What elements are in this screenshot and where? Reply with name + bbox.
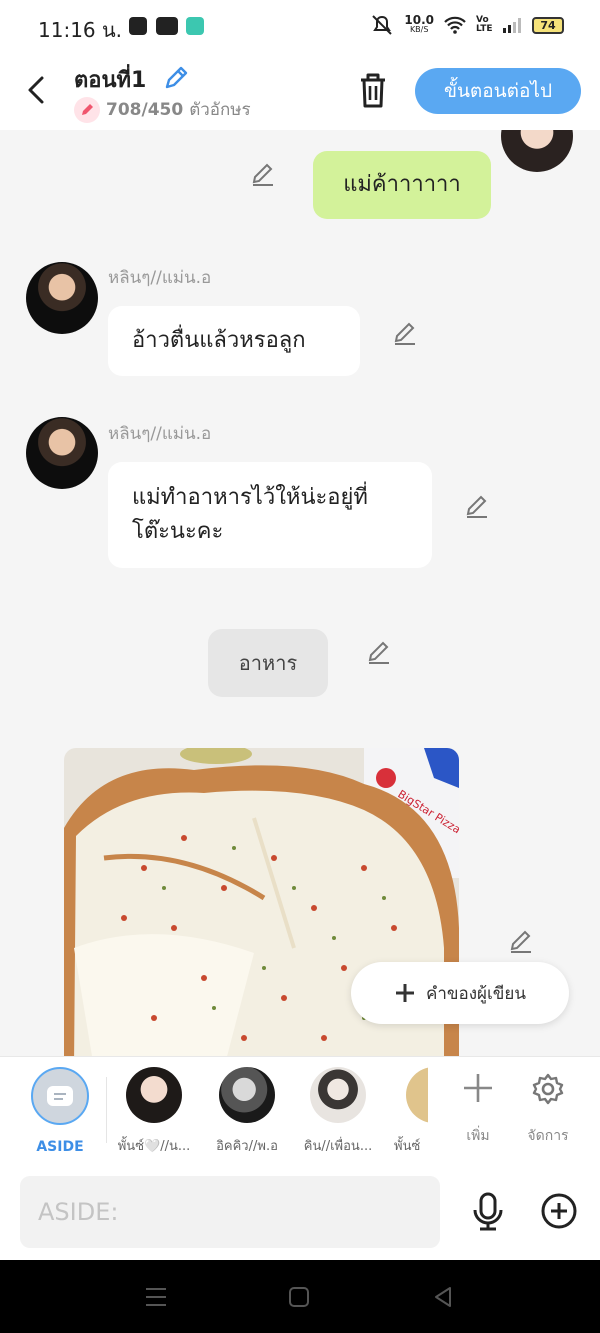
mute-bell-icon xyxy=(372,15,393,35)
avatar[interactable] xyxy=(26,417,98,489)
message-text-line: โต๊ะนะคะ xyxy=(132,519,224,544)
character-label: พั้นซ์🤍//น... xyxy=(117,1139,191,1154)
message-text: อ้าวตื่นแล้วหรอลูก xyxy=(132,328,306,353)
signal-icon xyxy=(503,18,521,33)
manage-label: จัดการ xyxy=(527,1128,569,1144)
message-input[interactable] xyxy=(20,1176,440,1248)
sender-name: หลินๆ//แม่น.อ xyxy=(108,268,212,288)
narration-text: อาหาร xyxy=(238,651,298,675)
character-label: พั้นซ์ xyxy=(394,1139,421,1154)
gear-icon xyxy=(532,1073,564,1105)
message-text-line: แม่ทำอาหารไว้ให้น่ะอยู่ที่ xyxy=(132,485,368,510)
divider xyxy=(106,1077,107,1143)
avatar xyxy=(219,1067,275,1123)
battery-icon: 74 xyxy=(532,16,564,34)
message-bubble[interactable]: แม่ค้าาาาาา xyxy=(313,151,491,219)
manage-characters-button[interactable]: จัดการ xyxy=(518,1071,578,1147)
edit-message-icon[interactable] xyxy=(464,493,490,519)
message-bubble[interactable]: แม่ทำอาหารไว้ให้น่ะอยู่ที่ โต๊ะนะคะ xyxy=(108,462,432,568)
trash-icon[interactable] xyxy=(355,70,391,110)
wifi-icon xyxy=(444,16,466,34)
edit-title-icon[interactable] xyxy=(162,64,190,92)
menu-icon[interactable] xyxy=(144,1286,168,1308)
back-triangle-icon[interactable] xyxy=(432,1286,454,1308)
add-circle-icon[interactable] xyxy=(540,1192,578,1230)
back-arrow-icon[interactable] xyxy=(22,72,52,108)
avatar xyxy=(126,1067,182,1123)
edit-message-icon[interactable] xyxy=(508,928,534,954)
character-item[interactable]: คิน//เพื่อน... xyxy=(298,1067,378,1156)
char-counter: 708/450 ตัวอักษร xyxy=(74,96,251,123)
plus-icon xyxy=(395,984,414,1002)
avatar xyxy=(310,1067,366,1123)
avatar[interactable] xyxy=(26,262,98,334)
add-character-button[interactable]: เพิ่ม xyxy=(448,1071,508,1147)
character-label: อิคคิว//พ.อ xyxy=(216,1139,278,1154)
character-label: คิน//เพื่อน... xyxy=(303,1139,373,1154)
editor-header: ตอนที่1 708/450 ตัวอักษร ขั้นตอนต่อไป xyxy=(0,52,600,130)
add-author-note-button[interactable]: คำของผู้เขียน xyxy=(351,962,569,1024)
plus-icon xyxy=(464,1074,492,1102)
sender-name: หลินๆ//แม่น.อ xyxy=(108,424,212,444)
character-aside[interactable]: ASIDE xyxy=(20,1067,100,1155)
z-app-icon xyxy=(129,17,147,35)
volte-label: Vo LTE xyxy=(476,15,493,34)
episode-title: ตอนที่1 xyxy=(74,68,147,93)
status-time: 11:16 น. xyxy=(38,18,123,42)
add-label: เพิ่ม xyxy=(466,1128,490,1144)
edit-message-icon[interactable] xyxy=(250,161,276,187)
edit-message-icon[interactable] xyxy=(366,639,392,665)
character-item[interactable]: อิคคิว//พ.อ xyxy=(207,1067,287,1156)
chat-area[interactable]: แม่ค้าาาาาา หลินๆ//แม่น.อ อ้าวตื่นแล้วหร… xyxy=(0,130,600,1056)
status-right: 10.0 KB/S Vo LTE 74 xyxy=(370,14,564,36)
pencil-badge-icon xyxy=(74,96,100,123)
character-item[interactable]: พั้นซ์ xyxy=(388,1067,428,1156)
home-icon[interactable] xyxy=(288,1286,310,1308)
microphone-icon[interactable] xyxy=(470,1192,506,1232)
next-step-button[interactable]: ขั้นตอนต่อไป xyxy=(415,68,581,114)
edit-message-icon[interactable] xyxy=(392,320,418,346)
avatar[interactable] xyxy=(501,130,573,172)
char-count: 708/450 xyxy=(106,99,184,120)
net-speed: 10.0 KB/S xyxy=(404,13,434,34)
status-bar: 11:16 น. 10.0 KB/S Vo LTE 74 xyxy=(0,0,600,52)
message-bubble[interactable]: อ้าวตื่นแล้วหรอลูก xyxy=(108,306,360,376)
character-label: ASIDE xyxy=(36,1139,84,1155)
system-nav-bar xyxy=(0,1260,600,1333)
add-note-label: คำของผู้เขียน xyxy=(425,983,527,1004)
character-bar: ASIDE พั้นซ์🤍//น... อิคคิว//พ.อ คิน//เพื… xyxy=(0,1056,600,1164)
narration-bubble[interactable]: อาหาร xyxy=(208,629,328,697)
input-bar xyxy=(0,1164,600,1260)
chat-app-icon xyxy=(186,17,204,35)
character-item[interactable]: พั้นซ์🤍//น... xyxy=(114,1067,194,1156)
youtube-icon xyxy=(156,17,178,35)
avatar xyxy=(406,1067,428,1123)
char-unit: ตัวอักษร xyxy=(189,100,251,120)
message-text: แม่ค้าาาาาา xyxy=(343,172,461,197)
aside-icon xyxy=(31,1067,89,1125)
